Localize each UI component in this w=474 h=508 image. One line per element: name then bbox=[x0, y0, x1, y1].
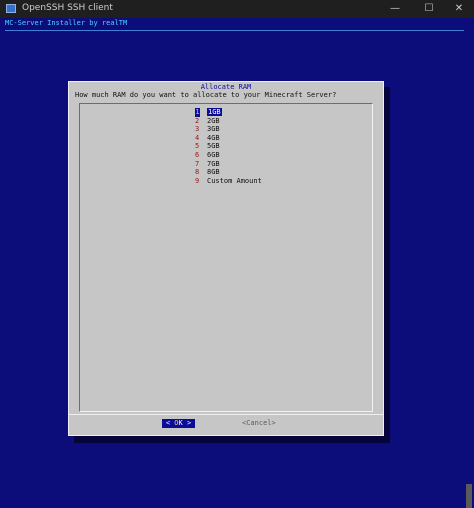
minimize-button[interactable]: — bbox=[380, 2, 410, 16]
menu-item-number: 1 bbox=[195, 108, 200, 117]
window-titlebar[interactable]: OpenSSH SSH client — ☐ ✕ bbox=[0, 0, 474, 18]
heading-divider bbox=[5, 30, 464, 31]
menu-item-label: Custom Amount bbox=[207, 176, 262, 185]
menu-item-number: 3 bbox=[195, 125, 200, 134]
menu-item-7gb[interactable]: 7 7GB bbox=[195, 160, 262, 169]
terminal-app-icon bbox=[6, 4, 16, 13]
bracket-left: < bbox=[165, 419, 171, 427]
menu-item-8gb[interactable]: 8 8GB bbox=[195, 168, 262, 177]
scrollbar-thumb[interactable] bbox=[466, 484, 472, 508]
menu-item-label: 2GB bbox=[207, 116, 220, 125]
menu-item-5gb[interactable]: 5 5GB bbox=[195, 142, 262, 151]
ram-menu: 1 1GB 2 2GB 3 3GB 4 4GB 5 5GB 6 6GB 7 7GB 8 8GB … bbox=[79, 103, 373, 412]
dialog-question: How much RAM do you want to allocate to … bbox=[75, 91, 337, 99]
menu-item-number: 9 bbox=[195, 176, 200, 185]
bracket-right: > bbox=[186, 419, 192, 427]
menu-item-number: 5 bbox=[195, 142, 200, 151]
menu-item-label: 6GB bbox=[207, 150, 220, 159]
allocate-ram-dialog: Allocate RAM How much RAM do you want to… bbox=[68, 81, 384, 436]
button-divider bbox=[69, 414, 383, 415]
terminal-scrollbar[interactable] bbox=[464, 18, 474, 508]
window-title: OpenSSH SSH client bbox=[22, 3, 113, 13]
cancel-button[interactable]: <Cancel> bbox=[242, 419, 276, 428]
menu-item-3gb[interactable]: 3 3GB bbox=[195, 125, 262, 134]
ok-label-rest: K bbox=[178, 419, 183, 427]
menu-item-number: 8 bbox=[195, 168, 200, 177]
menu-item-label: 5GB bbox=[207, 142, 220, 151]
menu-item-label: 8GB bbox=[207, 168, 220, 177]
menu-item-label: 4GB bbox=[207, 133, 220, 142]
ok-button[interactable]: < OK > bbox=[162, 419, 195, 428]
menu-item-6gb[interactable]: 6 6GB bbox=[195, 151, 262, 160]
menu-item-label: 1GB bbox=[207, 108, 222, 116]
menu-item-number: 2 bbox=[195, 116, 200, 125]
close-button[interactable]: ✕ bbox=[444, 2, 474, 16]
menu-item-number: 4 bbox=[195, 133, 200, 142]
menu-item-label: 7GB bbox=[207, 159, 220, 168]
menu-item-1gb[interactable]: 1 1GB bbox=[195, 108, 262, 117]
menu-item-custom-amount[interactable]: 9 Custom Amount bbox=[195, 177, 262, 186]
menu-item-number: 7 bbox=[195, 159, 200, 168]
installer-heading: MC-Server Installer by realTM bbox=[5, 19, 128, 27]
menu-item-label: 3GB bbox=[207, 125, 220, 134]
menu-item-number: 6 bbox=[195, 150, 200, 159]
dialog-title: Allocate RAM bbox=[200, 83, 252, 91]
ram-options-list: 1 1GB 2 2GB 3 3GB 4 4GB 5 5GB 6 6GB 7 7GB 8 8GB … bbox=[195, 108, 262, 185]
menu-item-4gb[interactable]: 4 4GB bbox=[195, 134, 262, 143]
menu-item-2gb[interactable]: 2 2GB bbox=[195, 117, 262, 126]
maximize-button[interactable]: ☐ bbox=[414, 2, 444, 16]
